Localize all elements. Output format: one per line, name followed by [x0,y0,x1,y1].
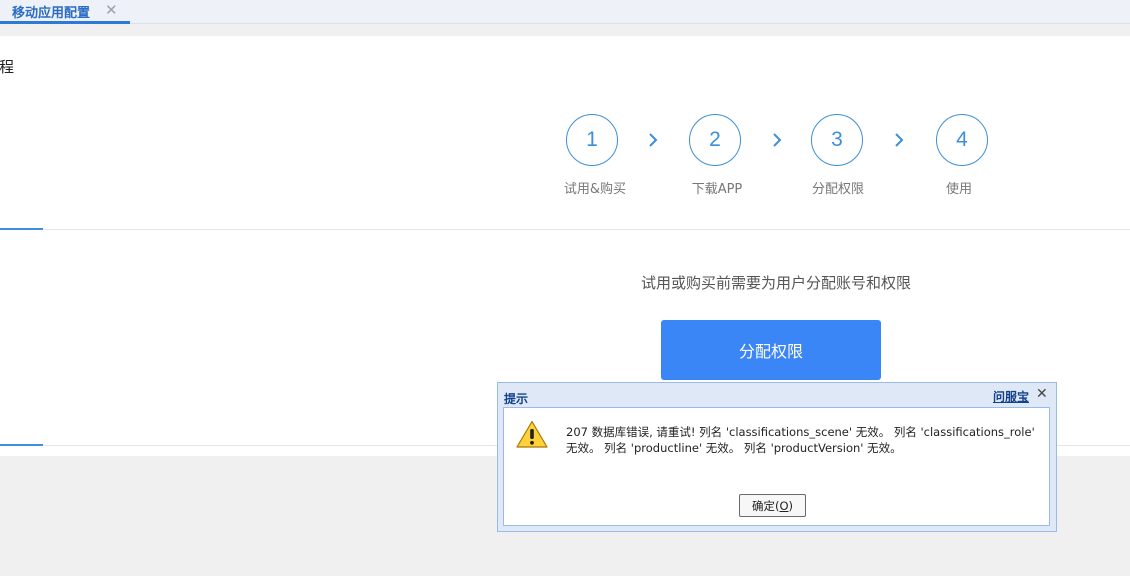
step-number: 1 [566,114,618,166]
step-number: 3 [811,114,863,166]
step-number: 2 [689,114,741,166]
chevron-right-icon [895,133,904,147]
divider-accent [0,228,43,230]
step-label: 下载APP [691,182,743,197]
tab-label: 移动应用配置 [12,6,91,21]
step-label: 使用 [945,182,972,197]
chevron-right-icon [773,133,782,147]
chevron-right-icon [649,133,658,147]
tab-bar: 移动应用配置 ✕ [0,0,1130,24]
divider-accent [0,444,43,446]
dialog-body: 207 数据库错误, 请重试! 列名 'classifications_scen… [503,407,1050,526]
warning-icon [516,420,548,448]
ok-shortcut: O [779,498,789,513]
section-divider [0,229,1130,230]
step-label: 试用&购买 [563,182,627,197]
section-title: 流程 [0,58,15,76]
hint-text: 试用或购买前需要为用户分配账号和权限 [640,274,911,292]
error-message: 207 数据库错误, 请重试! 列名 'classifications_scen… [566,425,1035,455]
close-icon[interactable]: ✕ [1036,387,1048,401]
tab-mobile-app-config[interactable]: 移动应用配置 ✕ [0,0,130,24]
dialog-title: 提示 [504,392,529,406]
close-icon[interactable]: ✕ [105,1,118,19]
ok-label: 确定 [751,498,775,513]
help-link[interactable]: 问服宝 [993,388,1029,405]
step-number: 4 [936,114,988,166]
ok-button[interactable]: 确定(O) [739,494,806,517]
assign-permissions-button[interactable]: 分配权限 [661,320,881,380]
ok-shortcut-close: ) [788,498,794,513]
error-dialog: 提示 问服宝 ✕ 207 数据库错误, 请重试! 列名 'classificat… [497,382,1057,532]
dialog-titlebar[interactable]: 提示 问服宝 ✕ [498,383,1056,407]
step-label: 分配权限 [811,182,864,197]
